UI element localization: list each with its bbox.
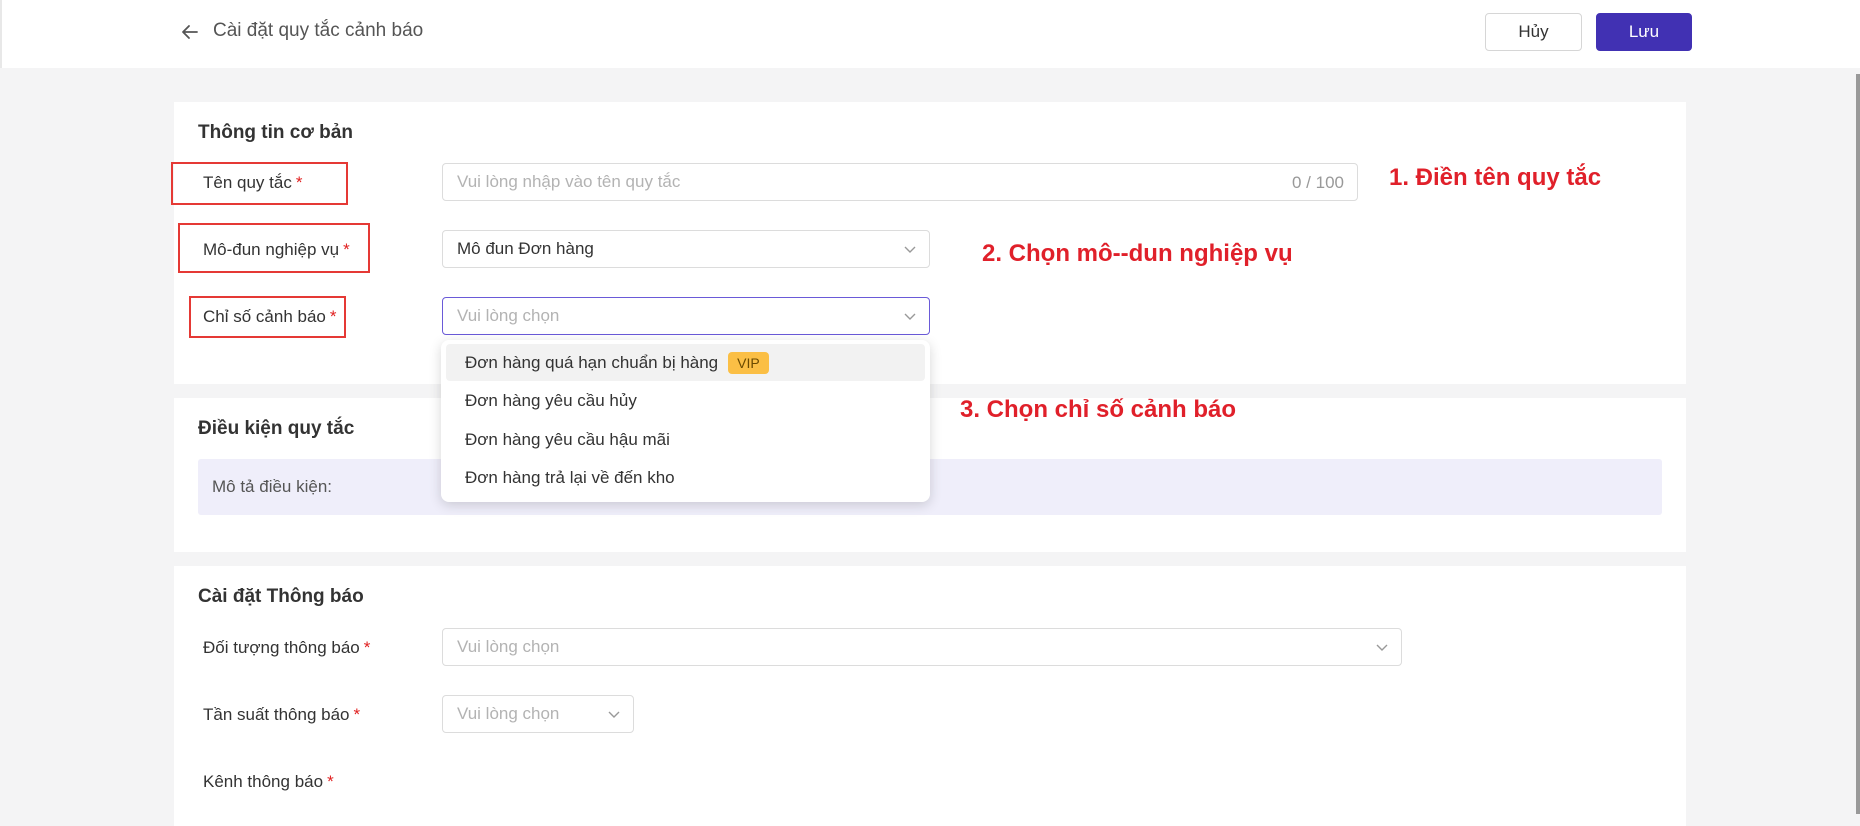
page-scrollbar[interactable]: [1856, 74, 1860, 814]
alert-metric-label: Chỉ số cảnh báo *: [203, 307, 337, 326]
rule-conditions-title: Điều kiện quy tắc: [198, 418, 355, 439]
notification-target-select[interactable]: Vui lòng chọn: [442, 628, 1402, 666]
alert-metric-select[interactable]: Vui lòng chọn: [442, 297, 930, 335]
annotation-step-3: 3. Chọn chỉ số cảnh báo: [960, 396, 1237, 423]
character-counter: 0 / 100: [1292, 173, 1344, 192]
basic-info-title: Thông tin cơ bản: [198, 122, 353, 143]
page-title: Cài đặt quy tắc cảnh báo: [213, 20, 424, 41]
dropdown-option[interactable]: Đơn hàng quá hạn chuẩn bị hàng VIP: [446, 344, 925, 381]
annotation-step-2: 2. Chọn mô--dun nghiệp vụ: [982, 240, 1293, 267]
business-module-label: Mô-đun nghiệp vụ *: [203, 240, 350, 259]
rule-name-label: Tên quy tắc *: [203, 173, 303, 192]
alert-metric-placeholder: Vui lòng chọn: [457, 306, 560, 325]
save-button[interactable]: Lưu: [1596, 13, 1692, 51]
chevron-down-icon: [904, 246, 916, 253]
dropdown-option[interactable]: Đơn hàng trả lại về đến kho: [446, 460, 925, 497]
alert-metric-dropdown: Đơn hàng quá hạn chuẩn bị hàng VIP Đơn h…: [441, 340, 930, 502]
annotation-step-1: 1. Điền tên quy tắc: [1389, 164, 1602, 191]
vip-badge: VIP: [728, 351, 769, 374]
notification-settings-card: [174, 566, 1686, 826]
dropdown-option[interactable]: Đơn hàng yêu cầu hủy: [446, 383, 925, 420]
notification-channel-label: Kênh thông báo *: [203, 772, 334, 791]
notification-target-placeholder: Vui lòng chọn: [457, 637, 560, 656]
dropdown-option[interactable]: Đơn hàng yêu cầu hậu mãi: [446, 421, 925, 458]
rule-name-placeholder: Vui lòng nhập vào tên quy tắc: [457, 172, 681, 191]
top-bar: Cài đặt quy tắc cảnh báo Hủy Lưu: [0, 0, 1860, 68]
condition-description-box: Mô tả điều kiện:: [198, 459, 1662, 515]
notification-settings-title: Cài đặt Thông báo: [198, 586, 364, 607]
notification-frequency-select[interactable]: Vui lòng chọn: [442, 695, 634, 733]
notification-frequency-label: Tần suất thông báo *: [203, 705, 361, 724]
condition-description-label: Mô tả điều kiện:: [212, 477, 333, 496]
rule-name-input[interactable]: Vui lòng nhập vào tên quy tắc 0 / 100: [442, 163, 1358, 201]
arrow-left-icon[interactable]: [180, 22, 200, 42]
chevron-down-icon: [608, 711, 620, 718]
cancel-button[interactable]: Hủy: [1485, 13, 1582, 51]
notification-target-label: Đối tượng thông báo *: [203, 638, 371, 657]
notification-frequency-placeholder: Vui lòng chọn: [457, 704, 560, 723]
business-module-value: Mô đun Đơn hàng: [457, 239, 594, 258]
basic-info-card: [174, 102, 1686, 384]
business-module-select[interactable]: Mô đun Đơn hàng: [442, 230, 930, 268]
chevron-down-icon: [1376, 644, 1388, 651]
chevron-down-icon: [904, 313, 916, 320]
